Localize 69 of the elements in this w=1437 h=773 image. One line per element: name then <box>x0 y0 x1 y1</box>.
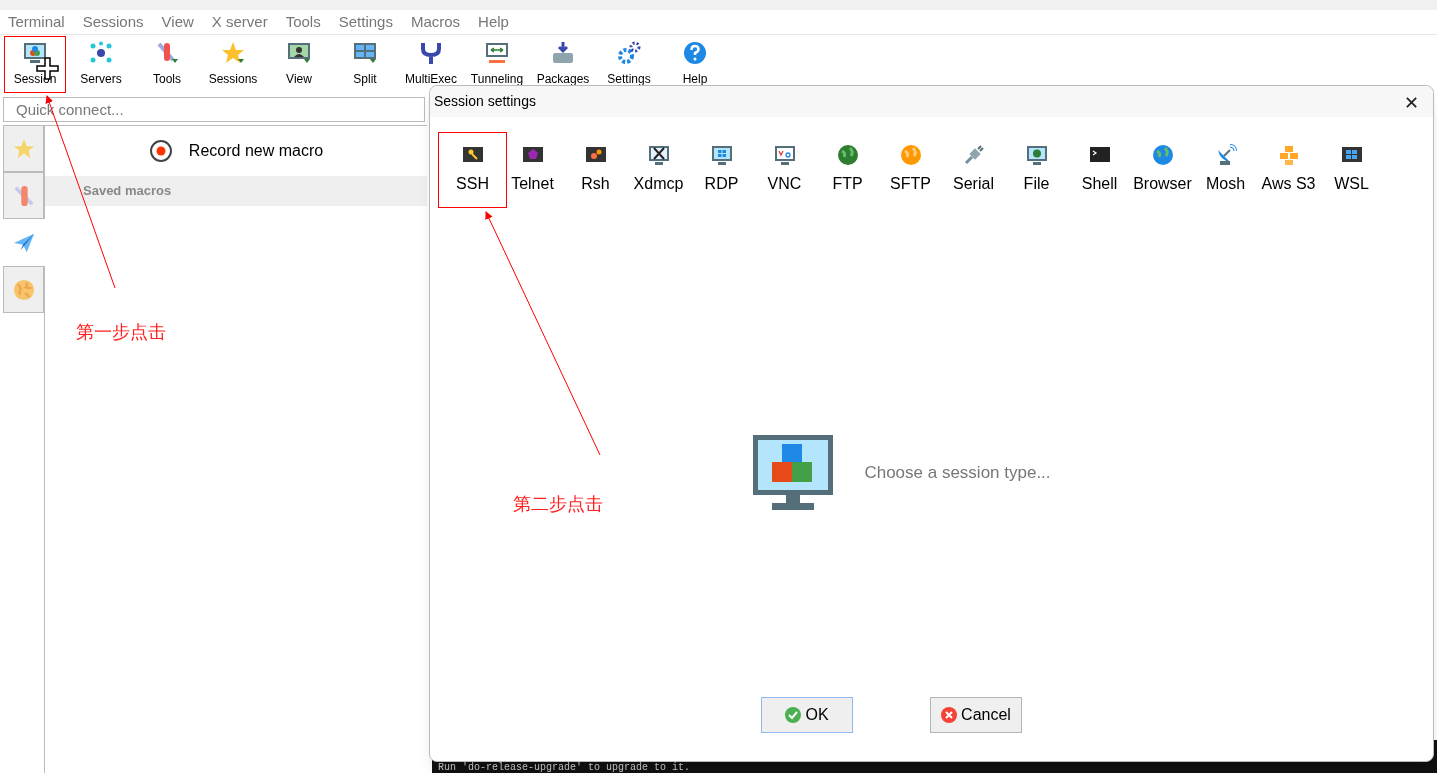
session-type-button[interactable]: RDP <box>690 132 753 208</box>
side-tab[interactable] <box>3 125 44 172</box>
menu-item[interactable]: Macros <box>410 10 461 34</box>
globe-icon <box>836 144 859 166</box>
menu-item[interactable]: X server <box>211 10 268 34</box>
globe-icon <box>12 278 35 301</box>
session-type-button[interactable]: Browser <box>1131 132 1194 208</box>
fork-icon <box>419 41 443 65</box>
cancel-button[interactable]: Cancel <box>930 697 1022 733</box>
help-icon <box>683 41 707 65</box>
record-icon <box>148 139 173 163</box>
monitor-windows-icon <box>710 144 733 166</box>
settings-icon <box>617 41 641 65</box>
session-type-button[interactable]: Xdmcp <box>627 132 690 208</box>
menu-item[interactable]: Terminal <box>8 10 65 34</box>
ok-button[interactable]: OK <box>761 697 853 733</box>
session-type-button[interactable]: Rsh <box>564 132 627 208</box>
menu-item[interactable]: Sessions <box>82 10 144 34</box>
session-type-button[interactable]: Serial <box>942 132 1005 208</box>
close-button[interactable]: ✕ <box>1399 89 1423 114</box>
cancel-icon <box>941 707 958 723</box>
menu-item[interactable]: Tools <box>285 10 321 34</box>
toolbar-button[interactable]: MultiExec <box>400 35 462 94</box>
terminal-text: Run 'do-release-upgrade' to upgrade to it. <box>438 762 691 773</box>
session-type-button[interactable]: VNC <box>753 132 816 208</box>
monitor-arrows-icon <box>485 41 509 65</box>
record-macro-button[interactable]: Record new macro <box>45 126 427 176</box>
toolbar-button[interactable]: View <box>268 35 330 94</box>
session-type-button[interactable]: Mosh <box>1194 132 1257 208</box>
toolbar-button[interactable]: Sessions <box>202 35 264 94</box>
session-type-button[interactable]: FTP <box>816 132 879 208</box>
globe-icon <box>1151 144 1174 166</box>
monitor-cubes-icon <box>752 433 835 512</box>
saved-macros-header: Saved macros <box>45 176 427 206</box>
session-type-button[interactable]: SFTP <box>879 132 942 208</box>
check-icon <box>785 707 802 723</box>
star-icon <box>12 137 35 160</box>
star-icon <box>221 41 245 65</box>
session-type-button[interactable]: Aws S3 <box>1257 132 1320 208</box>
session-type-button[interactable]: Shell <box>1068 132 1131 208</box>
menu-item[interactable]: Help <box>478 10 509 34</box>
side-tab[interactable] <box>3 266 44 313</box>
cubes-icon <box>1277 144 1300 166</box>
annotation-text: 第二步点击 <box>513 492 603 516</box>
toolbar-button[interactable]: Tools <box>136 35 198 94</box>
toolbar-button[interactable]: Servers <box>70 35 132 94</box>
toolbar-button[interactable]: Packages <box>532 35 594 94</box>
knife-icon <box>155 41 179 65</box>
session-type-prompt: Choose a session type... <box>864 461 1051 484</box>
dialog-title: Session settings <box>434 92 536 111</box>
globe-icon <box>899 144 922 166</box>
session-type-button[interactable]: WSL <box>1320 132 1383 208</box>
split-screen-icon <box>353 41 377 65</box>
session-type-button[interactable]: File <box>1005 132 1068 208</box>
annotation-text: 第一步点击 <box>76 320 166 344</box>
toolbar-button[interactable]: Split <box>334 35 396 94</box>
plug-icon <box>962 144 985 166</box>
monitor-globe-icon <box>1025 144 1048 166</box>
monitor-icon <box>773 144 796 166</box>
menu-item[interactable]: View <box>161 10 194 34</box>
toolbar-button[interactable]: Settings <box>598 35 660 94</box>
side-tab[interactable] <box>3 172 44 219</box>
paper-plane-icon <box>13 231 35 254</box>
monitor-person-icon <box>287 41 311 65</box>
monitor-x-icon <box>647 144 670 166</box>
menu-item[interactable]: Settings <box>338 10 393 34</box>
download-drive-icon <box>551 41 575 65</box>
network-icon <box>89 41 113 65</box>
session-type-button[interactable]: SSH <box>438 132 507 208</box>
